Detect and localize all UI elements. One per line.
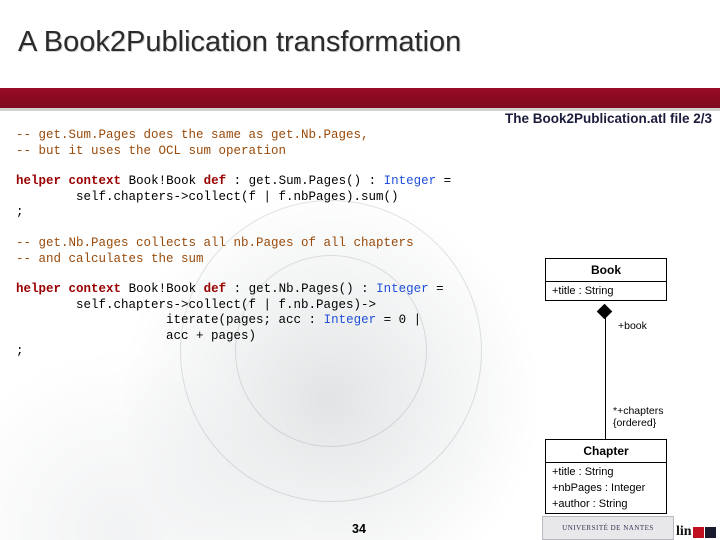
- uml-class-book-attr-title: +title : String: [552, 285, 614, 297]
- university-logo: UNIVERSITÉ DE NANTES: [542, 516, 674, 540]
- type-integer-3: Integer: [323, 313, 377, 327]
- role-chapters-label: *+chapters {ordered}: [613, 405, 664, 429]
- keyword-context-2: context: [68, 282, 122, 296]
- keyword-context-1: context: [68, 174, 122, 188]
- uml-class-chapter: Chapter +title : String +nbPages : Integ…: [545, 439, 667, 514]
- body-line-4: acc + pages): [16, 328, 257, 343]
- uml-class-chapter-attr-title: +title : String: [552, 466, 614, 478]
- keyword-helper-2: helper: [16, 282, 62, 296]
- comment-line-4: -- and calculates the sum: [16, 251, 204, 266]
- uml-class-chapter-attr-nbpages: +nbPages : Integer: [552, 482, 646, 494]
- keyword-def-2: def: [203, 282, 227, 296]
- context-type-1: Book!Book: [128, 174, 204, 188]
- university-logo-text: UNIVERSITÉ DE NANTES: [562, 524, 654, 532]
- context-type-2: Book!Book: [128, 282, 204, 296]
- type-integer-1: Integer: [383, 174, 437, 188]
- code-block-comment-2: -- get.Nb.Pages collects all nb.Pages of…: [16, 236, 414, 267]
- slide: A Book2Publication transformation The Bo…: [0, 0, 720, 540]
- code-block-helper-nbpages: helper context Book!Book def : get.Nb.Pa…: [16, 282, 444, 360]
- keyword-helper-1: helper: [16, 174, 62, 188]
- terminator-2: ;: [16, 344, 24, 358]
- comment-line-2: -- but it uses the OCL sum operation: [16, 143, 287, 158]
- code-block-comment-1: -- get.Sum.Pages does the same as get.Nb…: [16, 128, 369, 159]
- body-line-3-post: = 0 |: [376, 313, 422, 327]
- assign-2: =: [428, 282, 444, 296]
- brand-square-dark-icon: [704, 527, 716, 538]
- body-line-3-pre: iterate(pages; acc :: [16, 313, 324, 327]
- page-title: A Book2Publication transformation: [18, 26, 462, 58]
- uml-class-chapter-attr-author: +author : String: [552, 498, 628, 510]
- association-line: [605, 316, 606, 439]
- assign-1: =: [436, 174, 452, 188]
- signature-2: : get.Nb.Pages() :: [226, 282, 377, 296]
- brand-logo: lin: [676, 514, 718, 540]
- role-chapters-text: *+chapters: [613, 405, 664, 417]
- uml-class-book-name: Book: [546, 259, 666, 282]
- title-divider-bar: [0, 88, 720, 108]
- file-label: The Book2Publication.atl file 2/3: [504, 111, 712, 126]
- comment-line-1: -- get.Sum.Pages does the same as get.Nb…: [16, 128, 369, 142]
- terminator-1: ;: [16, 205, 24, 219]
- keyword-def-1: def: [203, 174, 227, 188]
- body-line-2: self.chapters->collect(f | f.nb.Pages)->: [16, 297, 377, 312]
- code-block-helper-sumpages: helper context Book!Book def : get.Sum.P…: [16, 174, 451, 221]
- uml-class-chapter-name: Chapter: [546, 440, 666, 463]
- role-chapters-ordered: {ordered}: [613, 417, 657, 429]
- uml-class-book: Book +title : String: [545, 258, 667, 301]
- comment-line-3: -- get.Nb.Pages collects all nb.Pages of…: [16, 236, 414, 250]
- role-book-label: +book: [618, 320, 647, 332]
- signature-1: : get.Sum.Pages() :: [226, 174, 384, 188]
- brand-logo-text: lin: [676, 524, 692, 539]
- brand-square-red-icon: [692, 527, 704, 538]
- type-integer-2: Integer: [376, 282, 429, 296]
- body-line-1: self.chapters->collect(f | f.nbPages).su…: [16, 189, 399, 204]
- page-number: 34: [352, 522, 366, 536]
